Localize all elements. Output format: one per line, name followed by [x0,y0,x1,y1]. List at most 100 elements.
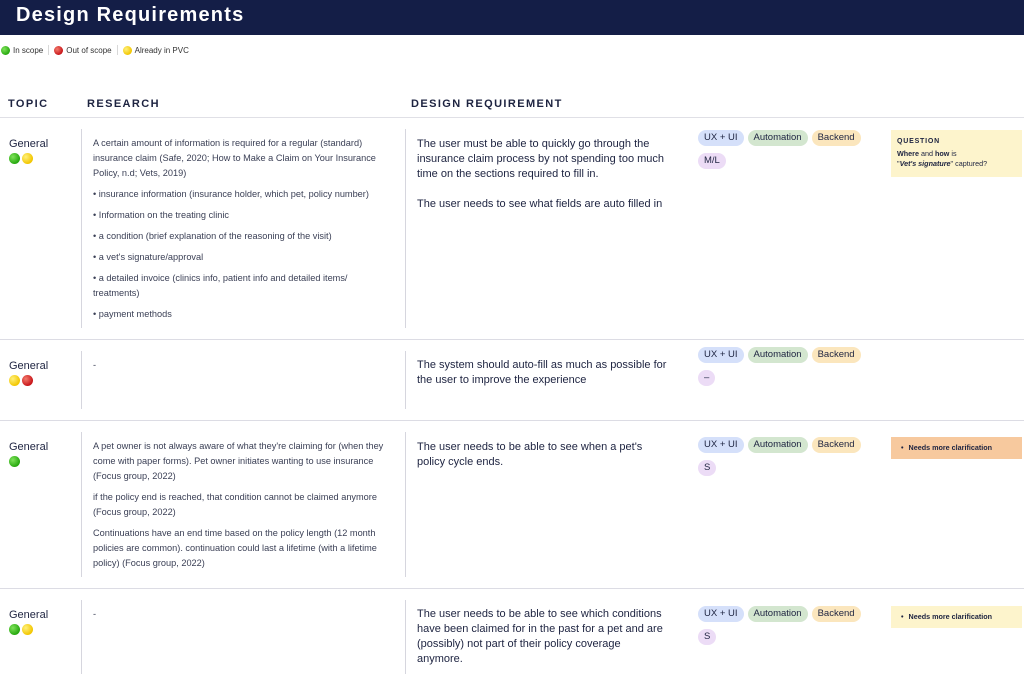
tag-ux-ui[interactable]: UX + UI [698,437,744,453]
tag-list: UX + UI Automation Backend M/L [698,130,878,169]
row-divider [0,420,1024,421]
column-header-design-requirement: DESIGN REQUIREMENT [411,98,563,110]
clarification-note: • Needs more clarification [891,437,1022,459]
in-scope-dot-icon [9,153,20,164]
tag-list: UX + UI Automation Backend S [698,437,878,476]
note-how: how [934,149,950,158]
page-header: Design Requirements [0,0,1024,35]
note-text: Needs more clarification [908,443,993,452]
requirement-text: The user needs to be able to see which c… [417,608,663,665]
legend-label: In scope [13,45,44,55]
research-paragraph: • a detailed invoice (clinics info, pati… [93,273,348,298]
note-subject: Vet's signature [899,159,951,168]
tag-automation[interactable]: Automation [747,606,808,622]
research-paragraph: - [93,360,97,370]
tag-automation[interactable]: Automation [747,130,808,146]
research-paragraph: • a vet's signature/approval [93,252,204,262]
column-divider [405,432,406,577]
tag-backend[interactable]: Backend [811,606,861,622]
row-topic: General [9,360,49,372]
row-status [9,456,22,467]
legend-label: Already in PVC [134,45,189,55]
note-text: Needs more clarification [908,612,993,621]
tag-backend[interactable]: Backend [811,437,861,453]
research-paragraph: - [93,609,97,619]
note-is: is [949,149,957,158]
column-divider [405,600,406,674]
row-status [9,375,35,386]
note-text: Where and how is "Vet's signature" captur… [897,149,1016,169]
red-dot-icon [54,45,64,55]
row-topic: General [9,609,49,621]
legend-already-in-pvc: Already in PVC [122,45,194,55]
row-divider [0,339,1024,340]
tag-ux-ui[interactable]: UX + UI [698,606,744,622]
page-title: Design Requirements [16,4,245,26]
tag-list: UX + UI Automation Backend S [698,606,878,645]
research-notes: A pet owner is not always aware of what … [93,439,395,577]
legend-divider [48,45,50,55]
already-in-pvc-dot-icon [22,153,33,164]
research-notes: A certain amount of information is requi… [93,136,395,328]
column-divider [81,600,82,674]
note-where: Where [897,149,919,158]
bullet-icon: • [901,443,904,452]
tag-ux-ui[interactable]: UX + UI [698,347,744,363]
tag-backend[interactable]: Backend [811,130,861,146]
legend-divider [116,45,118,55]
row-divider [0,588,1024,589]
row-topic: General [9,138,49,150]
tag-ux-ui[interactable]: UX + UI [698,130,744,146]
design-requirement: The user needs to be able to see which c… [417,607,667,674]
research-paragraph: • payment methods [93,309,172,319]
already-in-pvc-dot-icon [22,624,33,635]
green-dot-icon [1,45,10,55]
column-header-topic: TOPIC [8,98,49,110]
out-of-scope-dot-icon [22,375,33,386]
header-divider [0,117,1024,118]
clarification-note: • Needs more clarification [891,606,1022,628]
research-paragraph: A certain amount of information is requi… [93,138,376,178]
row-status [9,153,35,164]
research-notes: - [93,607,395,628]
already-in-pvc-dot-icon [9,375,20,386]
column-divider [405,351,406,409]
design-requirement: The system should auto-fill as much as p… [417,358,667,403]
tag-backend[interactable]: Backend [811,347,861,363]
column-divider [405,129,406,328]
legend-label: Out of scope [66,45,112,55]
legend-in-scope: In scope [0,45,48,55]
column-divider [81,432,82,577]
bullet-icon: • [901,612,904,621]
requirement-text: The user needs to see what fields are au… [417,198,663,210]
requirement-text: The user needs to be able to see when a … [417,441,643,468]
column-divider [81,351,82,409]
in-scope-dot-icon [9,624,20,635]
row-status [9,624,35,635]
research-paragraph: • Information on the treating clinic [93,210,229,220]
design-requirement: The user must be able to quickly go thro… [417,137,667,227]
question-note: QUESTION Where and how is "Vet's signatur… [891,130,1022,177]
research-paragraph: A pet owner is not always aware of what … [93,441,384,481]
requirement-text: The system should auto-fill as much as p… [417,359,667,386]
column-divider [81,129,82,328]
tag-automation[interactable]: Automation [747,437,808,453]
note-end: captured? [953,159,988,168]
tag-size[interactable]: S [698,460,717,476]
tag-size[interactable]: M/L [698,153,726,169]
note-and: and [918,149,935,158]
research-paragraph: • a condition (brief explanation of the … [93,231,332,241]
legend-out-of-scope: Out of scope [53,45,116,55]
requirement-text: The user must be able to quickly go thro… [417,138,665,180]
tag-automation[interactable]: Automation [747,347,808,363]
research-paragraph: if the policy end is reached, that condi… [93,492,377,517]
research-paragraph: • insurance information (insurance holde… [93,189,369,199]
research-notes: - [93,358,395,379]
tag-size[interactable]: S [698,629,717,645]
tag-size[interactable]: – [698,370,716,386]
note-title: QUESTION [897,138,940,145]
column-header-research: RESEARCH [87,98,160,110]
status-legend: In scope Out of scope Already in PVC [0,44,194,56]
yellow-dot-icon [122,45,132,55]
tag-list: UX + UI Automation Backend – [698,347,878,386]
